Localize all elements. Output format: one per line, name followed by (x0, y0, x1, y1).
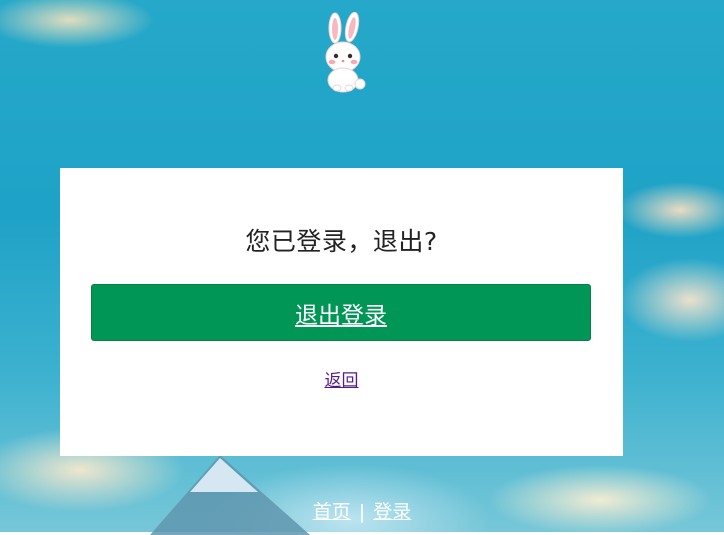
logout-button[interactable]: 退出登录 (91, 284, 591, 341)
footer-home-link[interactable]: 首页 (313, 501, 351, 523)
page-title: 您已登录，退出? (245, 227, 438, 256)
back-link[interactable]: 返回 (60, 366, 623, 391)
footer-nav: 首页 | 登录 (0, 497, 724, 524)
footer-separator: | (358, 501, 366, 523)
rabbit-logo-icon (325, 12, 366, 93)
mountain-snow-decoration (190, 458, 258, 492)
footer-login-link[interactable]: 登录 (373, 501, 411, 523)
logout-card: 您已登录，退出? 退出登录 返回 (60, 168, 623, 456)
